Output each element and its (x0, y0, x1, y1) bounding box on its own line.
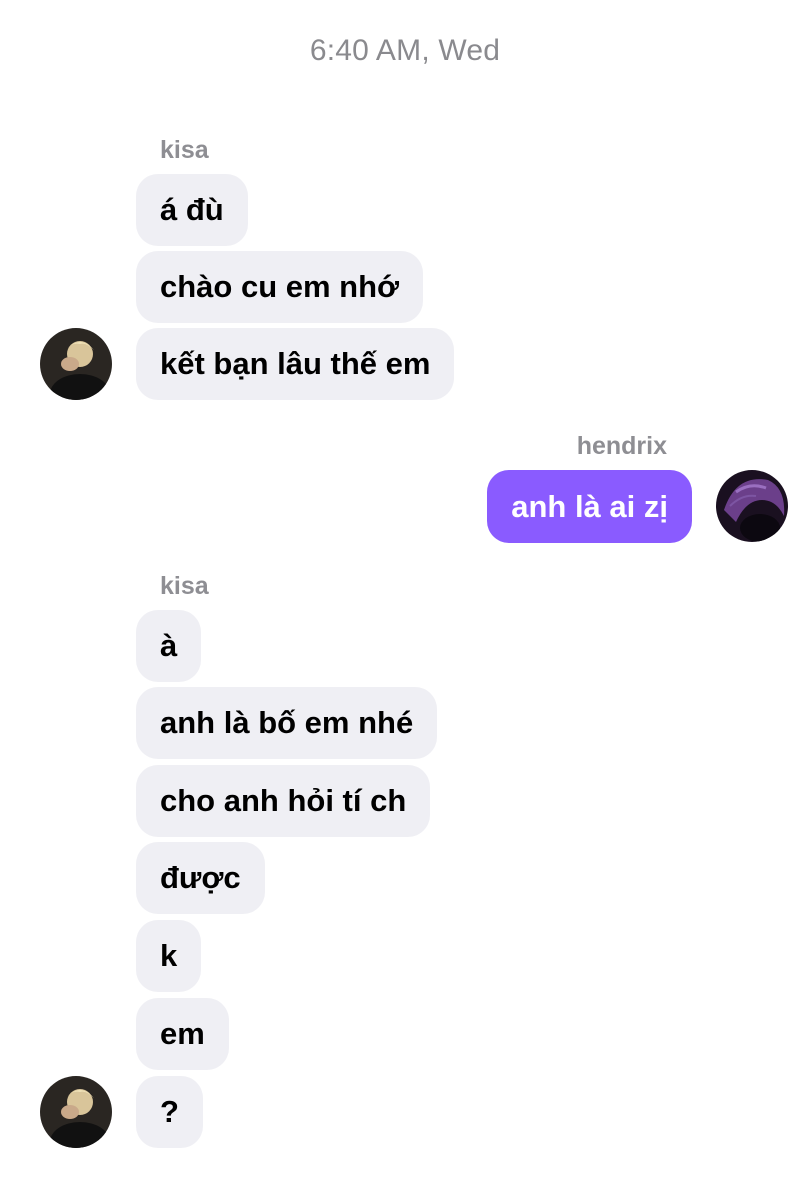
chat-timestamp: 6:40 AM, Wed (309, 34, 501, 67)
message-bubble-incoming[interactable]: à (136, 610, 202, 682)
sender-name-kisa: kisa (160, 136, 209, 164)
message-bubble-incoming[interactable]: á đù (136, 174, 248, 246)
avatar-kisa[interactable] (40, 1076, 112, 1148)
message-bubble-incoming[interactable]: ? (136, 1076, 203, 1148)
message-bubble-incoming[interactable]: kết bạn lâu thế em (136, 328, 455, 400)
message-bubble-incoming[interactable]: anh là bố em nhé (136, 687, 438, 759)
sender-name-hendrix: hendrix (576, 432, 667, 460)
message-bubble-incoming[interactable]: em (136, 998, 229, 1070)
sender-name-kisa: kisa (160, 572, 209, 600)
message-bubble-incoming[interactable]: cho anh hỏi tí ch (136, 765, 431, 837)
message-bubble-incoming[interactable]: k (136, 920, 202, 992)
message-bubble-incoming[interactable]: chào cu em nhớ (136, 251, 424, 323)
avatar-kisa[interactable] (40, 328, 112, 400)
message-bubble-outgoing[interactable]: anh là ai zị (487, 470, 692, 543)
avatar-hendrix[interactable] (716, 470, 788, 542)
message-bubble-incoming[interactable]: được (136, 842, 265, 914)
